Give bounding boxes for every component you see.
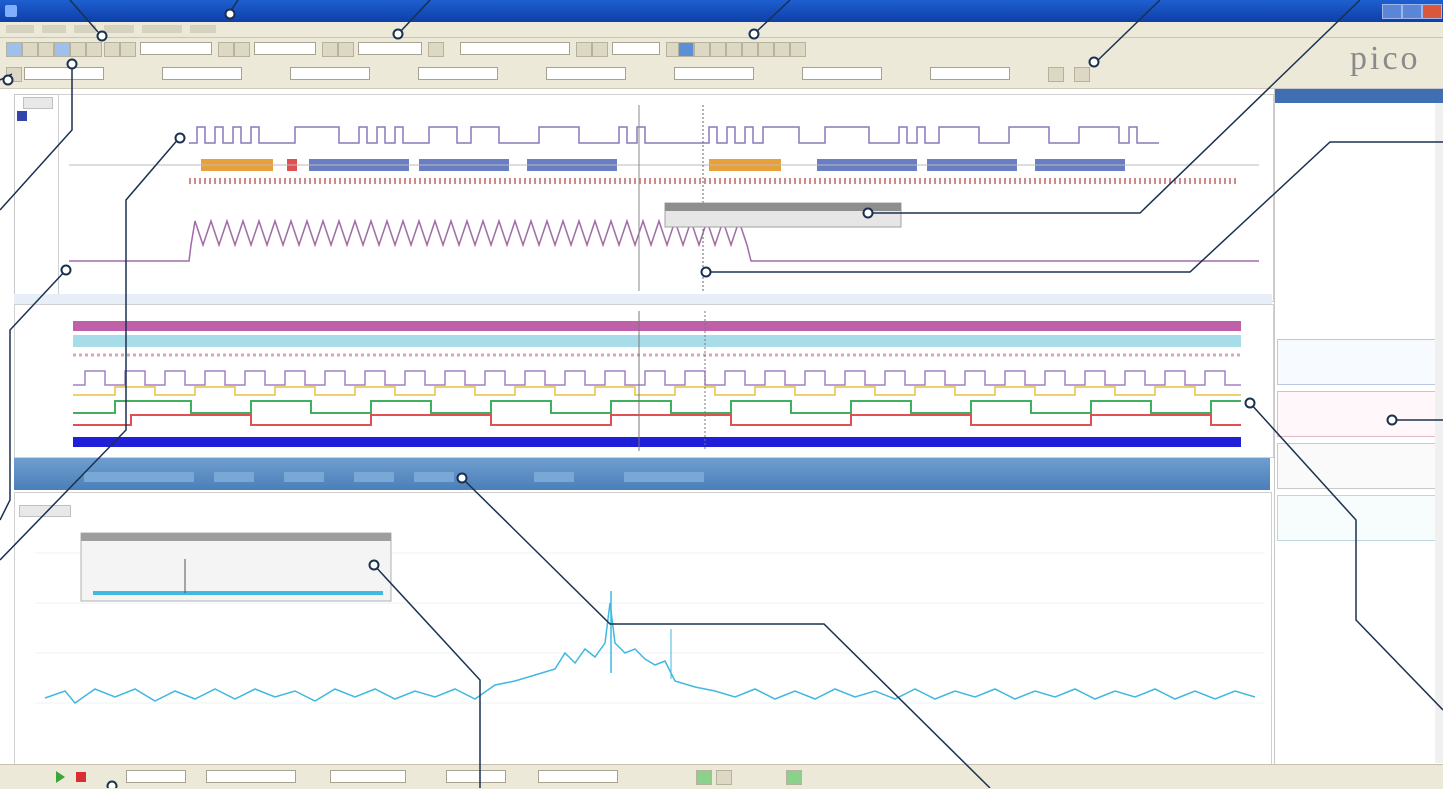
- callout-leader: [868, 0, 1361, 214]
- callout-dot: [1244, 397, 1256, 409]
- callout-dot: [700, 266, 712, 278]
- callout-leader: [461, 477, 991, 788]
- callout-dot: [2, 74, 14, 86]
- callout-leader: [1249, 402, 1443, 711]
- callout-dot: [224, 8, 236, 20]
- callout-dot: [174, 132, 186, 144]
- callout-leader: [0, 136, 181, 561]
- callout-leader: [1095, 0, 1161, 63]
- callout-dot: [368, 559, 380, 571]
- callout-leader: [69, 0, 99, 33]
- callout-leader: [706, 141, 1443, 273]
- callout-overlay: [0, 0, 1443, 788]
- callout-dot: [1386, 414, 1398, 426]
- callout-dot: [456, 472, 468, 484]
- callout-dot: [392, 28, 404, 40]
- callout-leader: [373, 564, 481, 788]
- callout-dot: [748, 28, 760, 40]
- callout-dot: [106, 780, 118, 788]
- callout-leader: [0, 269, 67, 521]
- callout-leader: [0, 64, 73, 211]
- callout-dot: [96, 30, 108, 42]
- callout-leader: [399, 0, 431, 33]
- callout-dot: [1088, 56, 1100, 68]
- callout-dot: [862, 207, 874, 219]
- callout-leader: [755, 0, 791, 33]
- callout-dot: [60, 264, 72, 276]
- callout-dot: [66, 58, 78, 70]
